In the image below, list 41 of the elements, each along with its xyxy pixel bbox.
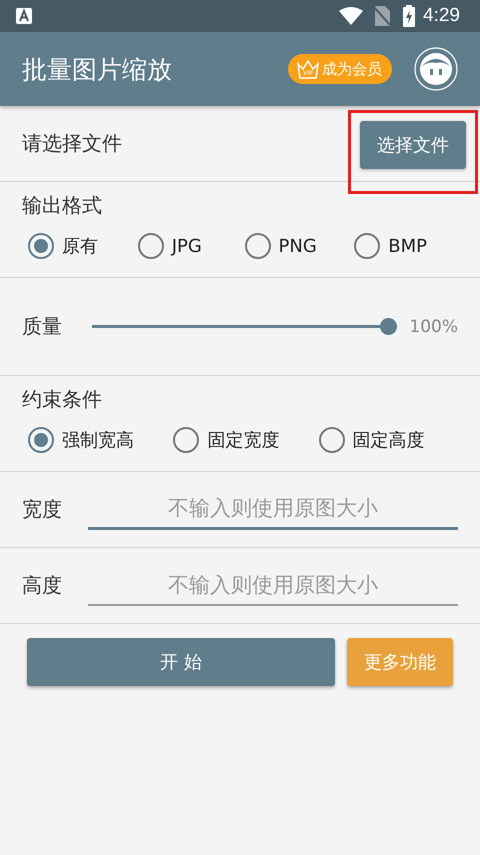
quality-reading: 100% bbox=[409, 316, 458, 336]
file-prompt: 请选择文件 bbox=[22, 130, 122, 157]
radio-option[interactable]: 固定高度 bbox=[312, 427, 458, 453]
radio-label: BMP bbox=[388, 236, 427, 256]
radio-button[interactable] bbox=[318, 427, 345, 453]
app-title: 批量图片缩放 bbox=[22, 54, 173, 86]
vip-label: 成为会员 bbox=[322, 60, 382, 78]
section-title: 输出格式 bbox=[22, 193, 102, 217]
radio-option[interactable]: PNG bbox=[238, 233, 348, 259]
slider-thumb[interactable] bbox=[380, 318, 398, 335]
radio-button[interactable] bbox=[138, 233, 164, 259]
app-icon bbox=[16, 8, 32, 24]
radio-label: 固定高度 bbox=[352, 429, 425, 452]
radio-button[interactable] bbox=[354, 233, 380, 259]
radio-button[interactable] bbox=[28, 233, 54, 259]
radio-label: JPG bbox=[172, 236, 202, 256]
size-input[interactable]: 不输入则使用原图大小 bbox=[88, 566, 458, 606]
field-label: 宽度 bbox=[22, 496, 62, 523]
field-label: 高度 bbox=[22, 572, 62, 599]
radio-button[interactable] bbox=[28, 427, 54, 453]
radio-option[interactable]: 强制宽高 bbox=[22, 427, 168, 453]
radio-label: 强制宽高 bbox=[62, 429, 134, 452]
wifi-icon bbox=[339, 7, 364, 25]
clock: 4:29 bbox=[423, 5, 460, 27]
radio-label: 原有 bbox=[62, 235, 98, 258]
radio-button[interactable] bbox=[173, 427, 200, 453]
battery-icon bbox=[403, 5, 416, 27]
no-sim-icon bbox=[373, 6, 392, 26]
radio-option[interactable]: BMP bbox=[348, 233, 458, 259]
start-button[interactable]: 开 始 bbox=[27, 638, 335, 686]
radio-label: 固定宽度 bbox=[207, 429, 280, 452]
radio-option[interactable]: 固定宽度 bbox=[167, 427, 313, 453]
section-title: 约束条件 bbox=[22, 387, 102, 411]
radio-option[interactable]: JPG bbox=[132, 233, 238, 259]
quality-label: 质量 bbox=[22, 313, 62, 340]
radio-button[interactable] bbox=[244, 233, 270, 259]
radio-option[interactable]: 原有 bbox=[22, 233, 132, 259]
choose-file-button[interactable]: 选择文件 bbox=[360, 120, 466, 168]
radio-label: PNG bbox=[278, 236, 317, 256]
avatar-icon[interactable] bbox=[414, 47, 458, 91]
size-input[interactable]: 不输入则使用原图大小 bbox=[88, 490, 458, 530]
